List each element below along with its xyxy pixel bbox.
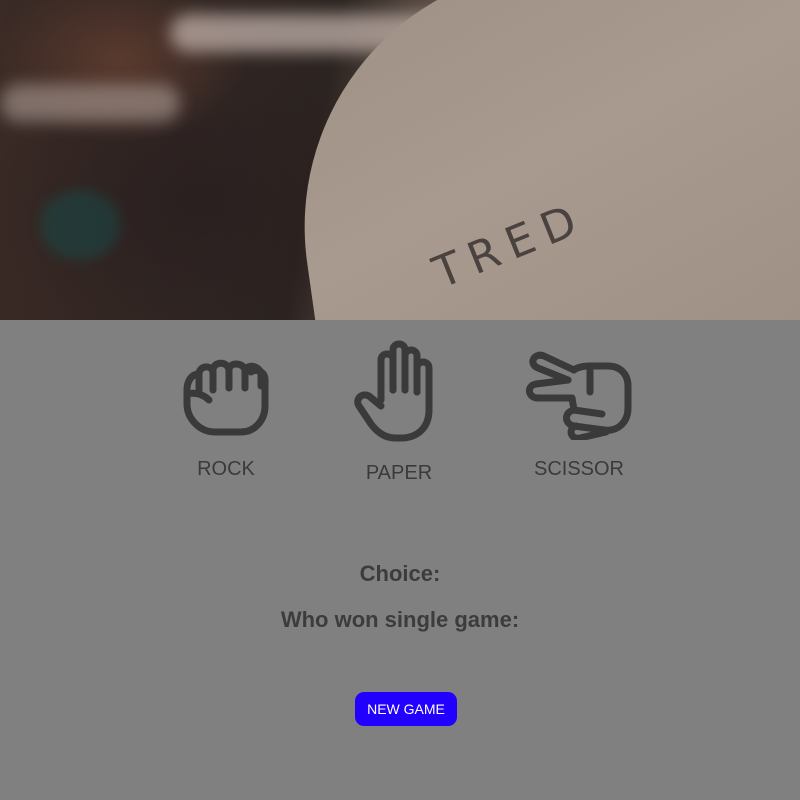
- paper-label: PAPER: [365, 462, 433, 484]
- rock-choice[interactable]: ROCK: [156, 340, 296, 481]
- winner-text: Who won single game:: [280, 607, 520, 632]
- new-game-button[interactable]: NEW GAME: [355, 692, 457, 726]
- hero-image: TRED: [0, 0, 800, 320]
- rock-label: ROCK: [197, 458, 255, 480]
- fist-icon: [183, 359, 269, 436]
- paper-choice[interactable]: PAPER: [329, 340, 469, 485]
- scissors-hand-icon: [526, 351, 632, 440]
- choice-row: ROCK PAPER SCISSOR: [0, 340, 800, 500]
- choice-text: Choice:: [359, 561, 441, 586]
- scissor-choice[interactable]: SCISSOR: [509, 340, 649, 481]
- scissor-label: SCISSOR: [533, 458, 625, 480]
- open-hand-icon: [354, 340, 433, 442]
